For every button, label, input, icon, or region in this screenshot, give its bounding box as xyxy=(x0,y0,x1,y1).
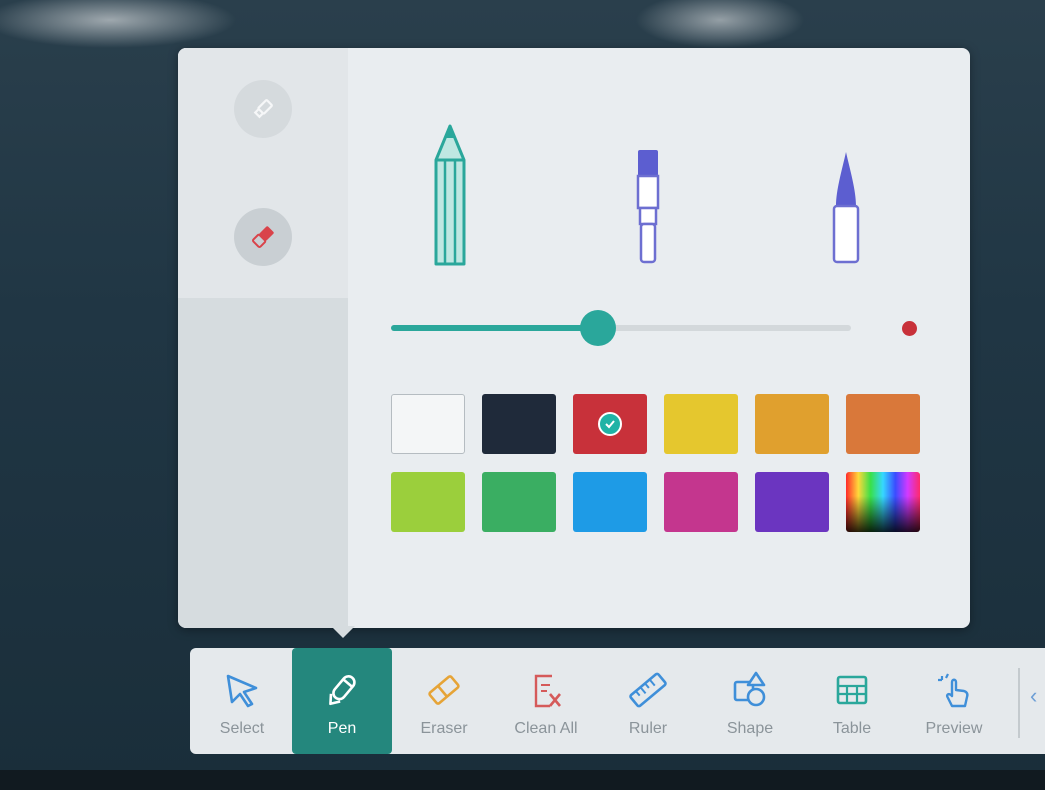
marker-type-option[interactable] xyxy=(816,118,876,268)
clean-all-icon xyxy=(534,674,561,708)
color-swatch[interactable] xyxy=(755,394,829,454)
slider-thumb[interactable] xyxy=(580,310,616,346)
cursor-icon xyxy=(226,674,258,708)
tool-preview[interactable]: Preview xyxy=(904,648,1004,754)
highlighter-mode-button[interactable] xyxy=(234,80,292,138)
tool-pen-label: Pen xyxy=(327,720,357,737)
tool-shape[interactable]: Shape xyxy=(700,648,800,754)
panel-pointer xyxy=(331,626,355,638)
tool-select-label: Select xyxy=(219,720,265,737)
color-swatch[interactable] xyxy=(482,394,556,454)
tool-select[interactable]: Select xyxy=(192,648,292,754)
pen-settings-panel xyxy=(178,48,970,628)
panel-sidebar xyxy=(178,48,348,628)
stroke-color-preview-dot xyxy=(902,321,917,336)
color-swatch[interactable] xyxy=(391,394,465,454)
shape-icon xyxy=(733,671,766,707)
tool-clean-all[interactable]: Clean All xyxy=(496,648,596,754)
pencil-type-option[interactable] xyxy=(420,118,480,268)
tool-ruler[interactable]: Ruler xyxy=(598,648,698,754)
eraser-mode-button[interactable] xyxy=(234,208,292,266)
more-tools-icon[interactable]: ‹ xyxy=(1030,683,1037,709)
color-swatch[interactable] xyxy=(664,394,738,454)
toolbar-divider xyxy=(1018,668,1020,738)
tool-table-label: Table xyxy=(832,720,872,737)
brush-icon xyxy=(636,150,660,264)
eraser-icon xyxy=(428,675,460,705)
color-swatch[interactable] xyxy=(573,394,647,454)
tool-pen[interactable]: Pen xyxy=(292,648,392,754)
color-swatch[interactable] xyxy=(664,472,738,532)
stroke-size-slider[interactable] xyxy=(391,310,851,346)
selected-check-icon xyxy=(598,412,622,436)
marker-pen-icon xyxy=(832,152,860,264)
pen-icon xyxy=(329,675,356,706)
slider-fill xyxy=(391,325,598,331)
highlighter-icon xyxy=(253,99,273,119)
color-swatch[interactable] xyxy=(846,394,920,454)
tool-eraser[interactable]: Eraser xyxy=(394,648,494,754)
color-palette xyxy=(391,394,931,532)
tool-shape-label: Shape xyxy=(726,720,774,737)
bottom-toolbar: Select Pen Eraser Clean All Ruler Shape … xyxy=(190,648,1045,754)
pencil-icon xyxy=(434,124,466,266)
color-swatch[interactable] xyxy=(573,472,647,532)
ruler-icon xyxy=(629,672,667,708)
color-swatch[interactable] xyxy=(755,472,829,532)
preview-hand-icon xyxy=(938,673,969,708)
monitor-bezel xyxy=(0,770,1045,790)
red-eraser-icon xyxy=(252,226,274,248)
brush-type-option[interactable] xyxy=(618,118,678,268)
table-icon xyxy=(836,675,868,705)
tool-preview-label: Preview xyxy=(925,720,983,737)
color-swatch[interactable] xyxy=(391,472,465,532)
tool-eraser-label: Eraser xyxy=(420,720,468,737)
tool-table[interactable]: Table xyxy=(802,648,902,754)
color-swatch[interactable] xyxy=(482,472,556,532)
tool-ruler-label: Ruler xyxy=(628,720,668,737)
tool-clean-all-label: Clean All xyxy=(514,720,578,737)
custom-color-picker[interactable] xyxy=(846,472,920,532)
